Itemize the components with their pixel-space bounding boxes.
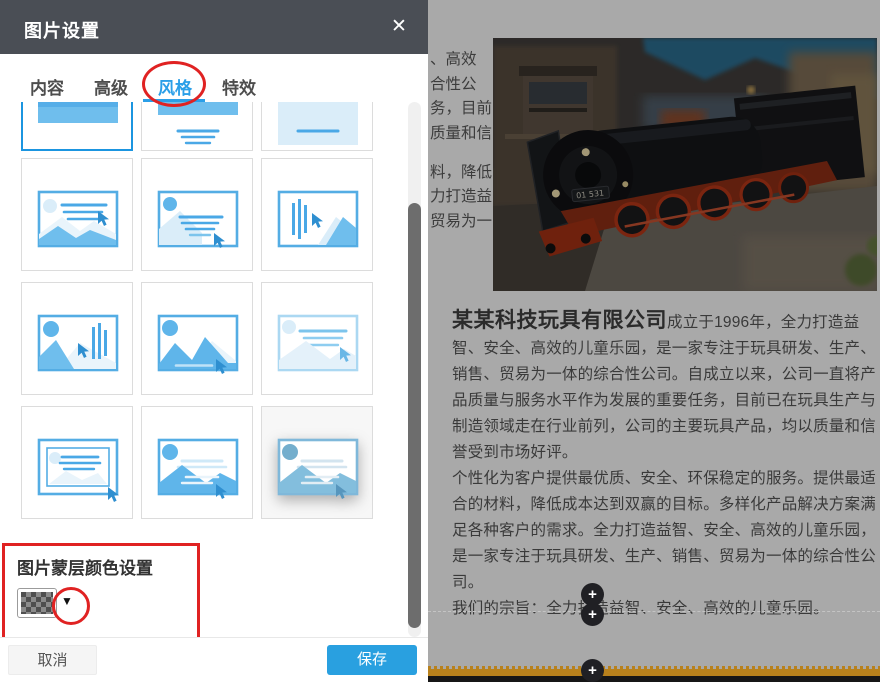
cancel-button[interactable]: 取消 [8, 645, 97, 675]
chevron-down-icon[interactable]: ▼ [61, 594, 73, 608]
about-p1-text: 成立于1996年，全力打造益智、安全、高效的儿童乐园，是一家专注于玩具研发、生产… [452, 314, 876, 461]
dialog-header: 图片设置 ✕ [0, 0, 428, 54]
scrollbar-thumb[interactable] [408, 203, 421, 628]
mask-color-swatch[interactable] [17, 588, 57, 618]
add-section-button[interactable]: + [581, 659, 604, 682]
clipped-text-line: 贸易为一 [430, 209, 492, 231]
style-sun-mountain-lines[interactable] [141, 158, 253, 271]
page-footer-bar [428, 676, 880, 682]
company-intro: 某某科技玩具有限公司成立于1996年，全力打造益智、安全、高效的儿童乐园，是一家… [452, 308, 878, 622]
clipped-text-line: 料，降低 [430, 160, 492, 182]
train-photo: 01 531 [493, 38, 877, 291]
style-bars-mountain-right[interactable] [261, 158, 373, 271]
company-name: 某某科技玩具有限公司 [452, 309, 667, 332]
style-banner-light-line[interactable] [261, 102, 373, 151]
style-light-lines-mountain[interactable] [261, 282, 373, 395]
tab-content[interactable]: 内容 [30, 74, 64, 99]
style-raised-shadow[interactable] [261, 406, 373, 519]
clipped-text-line: 质量和信 [430, 121, 492, 143]
clipped-text-line: 力打造益 [430, 184, 492, 206]
close-icon[interactable]: ✕ [386, 14, 412, 40]
dialog-title: 图片设置 [24, 17, 100, 43]
dialog-footer-divider [0, 637, 428, 638]
tab-advanced[interactable]: 高级 [94, 74, 128, 99]
style-double-frame-lines[interactable] [21, 406, 133, 519]
clipped-text-line: 合性公 [430, 72, 477, 94]
screenshot-stage: 、高效合性公务，目前质量和信料，降低力打造益贸易为一 [0, 0, 880, 682]
save-button[interactable]: 保存 [327, 645, 417, 675]
footer-orange-strip [428, 669, 880, 676]
mask-color-label: 图片蒙层颜色设置 [17, 554, 153, 579]
style-sun-lines-mountain[interactable] [21, 158, 133, 271]
style-banner-mountains[interactable] [21, 102, 133, 151]
style-sun-mountain-left-bars[interactable] [21, 282, 133, 395]
about-paragraph-2: 个性化为客户提供最优质、安全、环保稳定的服务。提供最适合的材料，降低成本达到双赢… [452, 466, 878, 596]
about-paragraph-1: 某某科技玩具有限公司成立于1996年，全力打造益智、安全、高效的儿童乐园，是一家… [452, 308, 878, 466]
tab-effects[interactable]: 特效 [222, 74, 256, 99]
style-sun-pale-lines-mountain[interactable] [141, 406, 253, 519]
clipped-text-line: 务，目前 [430, 96, 492, 118]
section-dashed-divider [428, 611, 880, 612]
transparent-checker-pattern [21, 592, 53, 614]
tab-style[interactable]: 风格 [158, 74, 192, 99]
style-thumbnails-scroll-area[interactable]: 图片蒙层颜色设置 ▼ [0, 102, 428, 637]
image-settings-dialog: 图片设置 ✕ 内容 高级 风格 特效 图片蒙层颜色设置 ▼ 取消 保存 [0, 0, 428, 682]
about-paragraph-3: 我们的宗旨：全力打造益智、安全、高效的儿童乐园。 [452, 596, 878, 622]
add-section-button[interactable]: + [581, 603, 604, 626]
style-sun-two-mountains-line[interactable] [141, 282, 253, 395]
clipped-text-line: 、高效 [430, 47, 477, 69]
style-banner-caption-lines[interactable] [141, 102, 253, 151]
